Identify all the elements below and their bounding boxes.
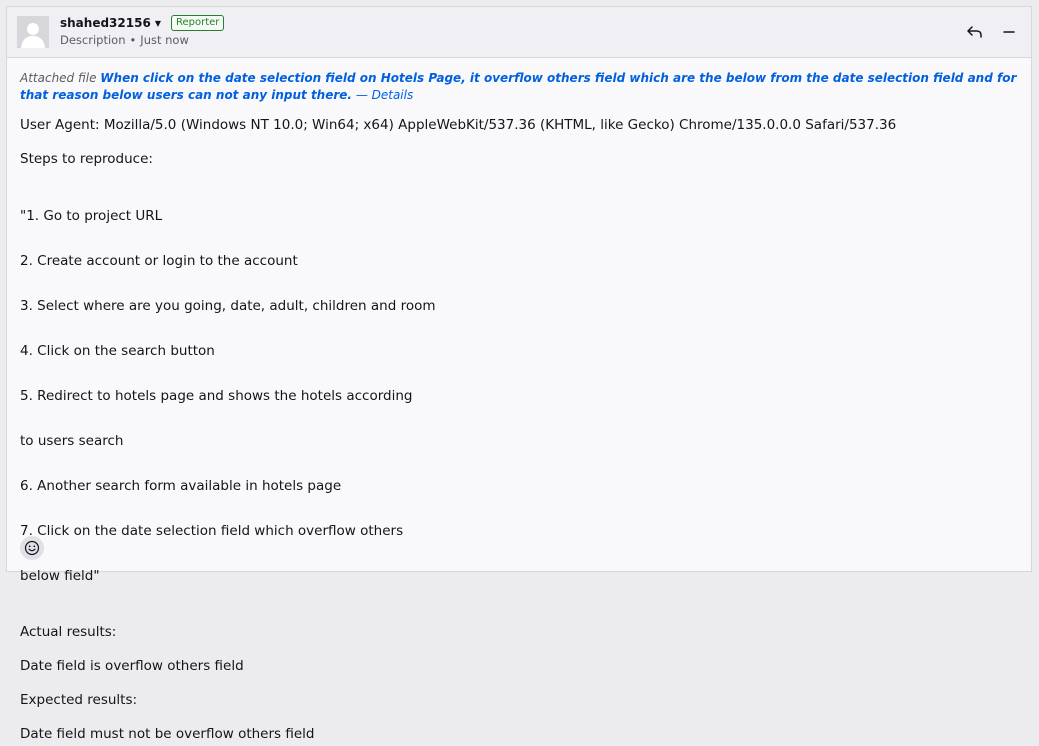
reporter-badge: Reporter	[170, 15, 225, 31]
attachment-prefix: Attached file	[20, 71, 97, 85]
actual-heading: Actual results:	[20, 624, 117, 640]
step-line: 5. Redirect to hotels page and shows the…	[20, 387, 413, 404]
step-line: 3. Select where are you going, date, adu…	[20, 297, 436, 314]
step-line: 6. Another search form available in hote…	[20, 477, 342, 494]
attachment-line: Attached file When click on the date sel…	[20, 70, 1018, 104]
step-line: to users search	[20, 432, 124, 449]
expected-text: Date field must not be overflow others f…	[20, 726, 315, 742]
step-line: 2. Create account or login to the accoun…	[20, 252, 298, 269]
expected-heading: Expected results:	[20, 692, 138, 708]
comment-body: Attached file When click on the date sel…	[7, 58, 1031, 746]
attachment-link[interactable]: When click on the date selection field o…	[20, 71, 1016, 102]
author-name[interactable]: shahed32156	[60, 16, 151, 30]
step-line: "1. Go to project URL	[20, 207, 163, 224]
actual-text: Date field is overflow others field	[20, 658, 244, 674]
user-agent-text: User Agent: Mozilla/5.0 (Windows NT 10.0…	[20, 117, 897, 133]
step-line: 4. Click on the search button	[20, 342, 215, 359]
step-line: 7. Click on the date selection field whi…	[20, 522, 404, 539]
default-user-icon	[17, 16, 49, 48]
meta-separator: •	[129, 33, 137, 47]
reply-icon[interactable]	[965, 22, 985, 42]
smiley-icon[interactable]	[20, 536, 44, 560]
attachment-details-link[interactable]: — Details	[356, 88, 413, 102]
comment-header: shahed32156 ▼ Reporter Description • Just …	[7, 7, 1031, 58]
caret-down-icon[interactable]: ▼	[155, 19, 161, 28]
steps-heading: Steps to reproduce:	[20, 151, 153, 167]
step-line: below field"	[20, 567, 100, 584]
author-line: shahed32156 ▼ Reporter	[60, 14, 225, 32]
comment-meta: Description • Just now	[60, 33, 189, 47]
comment-kind: Description	[60, 33, 126, 47]
comment-card: shahed32156 ▼ Reporter Description • Just …	[6, 6, 1032, 742]
comment-time[interactable]: Just now	[140, 33, 189, 47]
minus-icon[interactable]	[999, 22, 1019, 42]
steps-list: "1. Go to project URL 2. Create account …	[20, 182, 1018, 610]
